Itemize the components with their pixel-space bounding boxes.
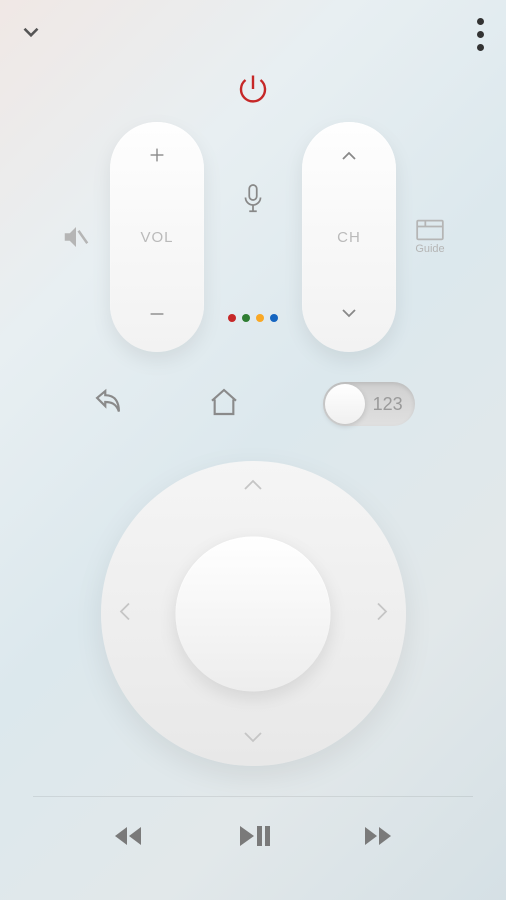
- channel-rocker: CH: [302, 122, 396, 352]
- mute-button[interactable]: [56, 222, 96, 252]
- color-buttons[interactable]: [228, 314, 278, 322]
- channel-label: CH: [337, 229, 361, 246]
- volume-rocker: VOL: [110, 122, 204, 352]
- guide-label: Guide: [415, 243, 444, 255]
- guide-button[interactable]: Guide: [410, 219, 450, 255]
- volume-down-button[interactable]: [146, 303, 168, 330]
- dpad-left-button[interactable]: [117, 599, 133, 628]
- toggle-knob: [325, 384, 365, 424]
- microphone-button[interactable]: [238, 182, 268, 223]
- channel-up-button[interactable]: [337, 144, 361, 173]
- dpad-right-button[interactable]: [374, 599, 390, 628]
- menu-icon[interactable]: [473, 14, 488, 55]
- green-color-button[interactable]: [242, 314, 250, 322]
- blue-color-button[interactable]: [270, 314, 278, 322]
- volume-label: VOL: [140, 229, 173, 246]
- collapse-icon[interactable]: [18, 19, 44, 50]
- yellow-color-button[interactable]: [256, 314, 264, 322]
- dpad-ok-button[interactable]: [176, 536, 331, 691]
- volume-up-button[interactable]: [146, 144, 168, 171]
- rewind-button[interactable]: [111, 823, 145, 854]
- dpad-up-button[interactable]: [241, 477, 265, 498]
- header: [0, 0, 506, 61]
- dpad: [101, 461, 406, 766]
- back-button[interactable]: [91, 387, 125, 422]
- red-color-button[interactable]: [228, 314, 236, 322]
- numpad-toggle-label: 123: [373, 394, 403, 415]
- forward-button[interactable]: [361, 823, 395, 854]
- channel-down-button[interactable]: [337, 301, 361, 330]
- power-button[interactable]: [235, 71, 271, 112]
- play-pause-button[interactable]: [236, 822, 270, 855]
- dpad-down-button[interactable]: [241, 729, 265, 750]
- home-button[interactable]: [208, 386, 240, 423]
- numpad-toggle[interactable]: 123: [323, 382, 415, 426]
